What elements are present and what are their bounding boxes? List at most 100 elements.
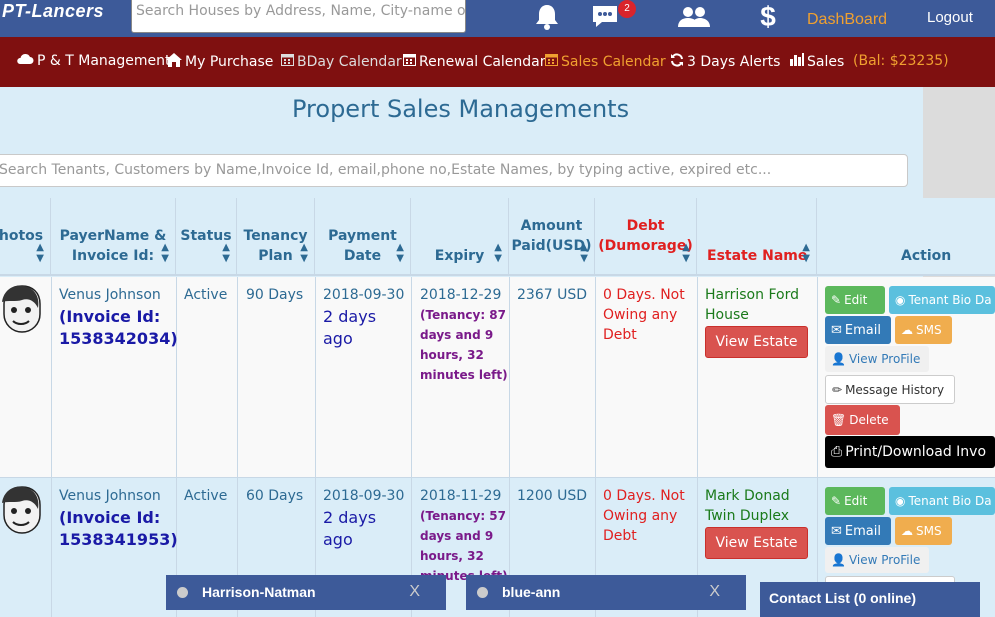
nav-3-days-alerts[interactable]: 3 Days Alerts xyxy=(670,53,780,71)
column-divider xyxy=(817,277,818,617)
button-label: Edit xyxy=(844,293,868,307)
edit-icon: ✎ xyxy=(831,494,842,508)
email-button[interactable]: ✉ Email xyxy=(825,316,891,344)
tenancy-plan: 60 Days xyxy=(246,488,304,504)
chat-user-name[interactable]: Harrison-Natman xyxy=(202,584,316,600)
status-dot-icon xyxy=(477,587,488,598)
payer-name[interactable]: Venus Johnson xyxy=(59,486,161,506)
edit-button[interactable]: ✎ Edit xyxy=(825,487,885,515)
tenant-bio-button[interactable]: ◉ Tenant Bio Da xyxy=(889,286,995,314)
col-label: Invoice Id: xyxy=(71,248,155,264)
nav-renewal-calendar[interactable]: Renewal Calendar xyxy=(403,53,546,70)
delete-button[interactable]: 🗑 Delete xyxy=(825,405,900,435)
refresh-icon xyxy=(670,53,684,71)
email-button[interactable]: ✉ Email xyxy=(825,517,891,545)
chat-window-bar[interactable]: Harrison-Natman X xyxy=(166,575,446,610)
sort-icon[interactable]: ▲ ▼ xyxy=(802,242,810,264)
col-expiry-header[interactable]: Expiry ▲ ▼ xyxy=(411,198,509,276)
col-debt-header[interactable]: Debt (Dumorage) ▲ ▼ xyxy=(595,198,697,276)
chat-user-name[interactable]: blue-ann xyxy=(502,584,560,600)
estate-name: Harrison Ford xyxy=(705,287,799,303)
close-chat-button[interactable]: X xyxy=(709,583,720,601)
dollar-icon[interactable]: $ xyxy=(748,0,788,34)
button-label: Tenant Bio Da xyxy=(908,494,992,508)
sort-icon[interactable]: ▲ ▼ xyxy=(580,242,588,264)
col-status-header[interactable]: Status ▲ ▼ xyxy=(176,198,237,276)
amount-paid: 1200 USD xyxy=(517,488,587,504)
amount-paid: 2367 USD xyxy=(517,287,587,303)
estate-name: House xyxy=(705,307,749,323)
print-download-button[interactable]: ⎙ Print/Download Invo xyxy=(825,436,995,468)
view-profile-button[interactable]: 👤 View ProFile xyxy=(825,346,929,372)
nav-bday-calendar[interactable]: BDay Calendar xyxy=(281,53,402,70)
tenancy-remaining: (Tenancy: 57 xyxy=(420,509,507,523)
contact-list-bar[interactable]: Contact List (0 online) xyxy=(760,582,980,617)
col-plan-header[interactable]: Tenancy Plan ▲ ▼ xyxy=(237,198,315,276)
nav-label: P & T Management xyxy=(37,53,171,69)
payer-name[interactable]: Venus Johnson xyxy=(59,285,161,305)
nav-label: Sales xyxy=(807,53,845,70)
invoice-id: 1538341953) xyxy=(59,530,178,549)
col-payer-header[interactable]: PayerName & Invoice Id: ▲ ▼ xyxy=(51,198,176,276)
nav-sales-calendar[interactable]: Sales Calendar xyxy=(545,53,666,70)
user-icon: 👤 xyxy=(831,553,846,567)
cloud-icon xyxy=(16,53,34,69)
sort-icon[interactable]: ▲ ▼ xyxy=(682,242,690,264)
envelope-icon: ✉ xyxy=(831,322,842,338)
tenant-search-input[interactable]: Search Tenants, Customers by Name,Invoic… xyxy=(0,154,908,187)
tenant-bio-button[interactable]: ◉ Tenant Bio Da xyxy=(889,487,995,515)
message-history-button[interactable]: ✏ Message History xyxy=(825,375,955,404)
sort-icon[interactable]: ▲ ▼ xyxy=(222,242,230,264)
payment-date: 2018-09-30 xyxy=(323,488,405,504)
sms-button[interactable]: ☁ SMS xyxy=(895,316,952,344)
col-label: Debt xyxy=(626,218,665,234)
envelope-icon: ✉ xyxy=(831,523,842,539)
col-label: Estate Name xyxy=(707,248,808,264)
button-label: SMS xyxy=(916,323,942,337)
button-label: Tenant Bio Da xyxy=(908,293,992,307)
sort-icon[interactable]: ▲ ▼ xyxy=(494,242,502,264)
balance-display: (Bal: $23235) xyxy=(853,53,949,69)
debt-status: Owing any xyxy=(603,307,678,323)
status-dot-icon xyxy=(177,587,188,598)
nav-sales[interactable]: Sales xyxy=(790,53,844,70)
nav-pt-management[interactable]: P & T Management xyxy=(16,53,171,69)
eye-icon: ◉ xyxy=(895,293,906,307)
view-estate-button[interactable]: View Estate xyxy=(705,527,808,559)
view-profile-button[interactable]: 👤 View ProFile xyxy=(825,547,929,573)
sort-icon[interactable]: ▲ ▼ xyxy=(300,242,308,264)
col-amount-header[interactable]: Amount Paid(USD) ▲ ▼ xyxy=(509,198,595,276)
sms-button[interactable]: ☁ SMS xyxy=(895,517,952,545)
payment-ago: ago xyxy=(323,530,353,549)
page-title: Propert Sales Managements xyxy=(292,95,630,123)
column-divider xyxy=(411,277,412,617)
payment-ago: 2 days xyxy=(323,508,377,527)
bell-icon[interactable] xyxy=(527,0,567,34)
edit-button[interactable]: ✎ Edit xyxy=(825,286,885,314)
col-photos-header[interactable]: hotos ▲ ▼ xyxy=(0,198,51,276)
logout-link[interactable]: Logout xyxy=(927,9,973,26)
button-label: Email xyxy=(844,523,881,539)
users-icon[interactable] xyxy=(674,0,714,34)
house-search-input[interactable]: Search Houses by Address, Name, City-nam… xyxy=(131,0,466,33)
dashboard-link[interactable]: DashBoard xyxy=(807,11,887,29)
home-icon xyxy=(166,53,182,71)
brand-logo[interactable]: PT-Lancers xyxy=(2,1,104,22)
tenancy-plan: 90 Days xyxy=(246,287,304,303)
sort-icon[interactable]: ▲ ▼ xyxy=(396,242,404,264)
nav-my-purchase[interactable]: My Purchase xyxy=(166,53,273,71)
nav-label: My Purchase xyxy=(185,54,274,70)
chat-window-bar[interactable]: blue-ann X xyxy=(466,575,746,610)
close-chat-button[interactable]: X xyxy=(409,583,420,601)
calendar-icon xyxy=(281,53,294,70)
payment-ago: ago xyxy=(323,329,353,348)
sort-icon[interactable]: ▲ ▼ xyxy=(161,242,169,264)
view-estate-button[interactable]: View Estate xyxy=(705,326,808,358)
col-paydate-header[interactable]: Payment Date ▲ ▼ xyxy=(315,198,411,276)
sort-icon[interactable]: ▲ ▼ xyxy=(36,242,44,264)
button-label: Print/Download Invo xyxy=(845,444,987,460)
button-label: SMS xyxy=(916,524,942,538)
col-estate-header[interactable]: Estate Name ▲ ▼ xyxy=(697,198,817,276)
invoice-id: (Invoice Id: xyxy=(59,508,161,527)
user-icon: 👤 xyxy=(831,352,846,366)
